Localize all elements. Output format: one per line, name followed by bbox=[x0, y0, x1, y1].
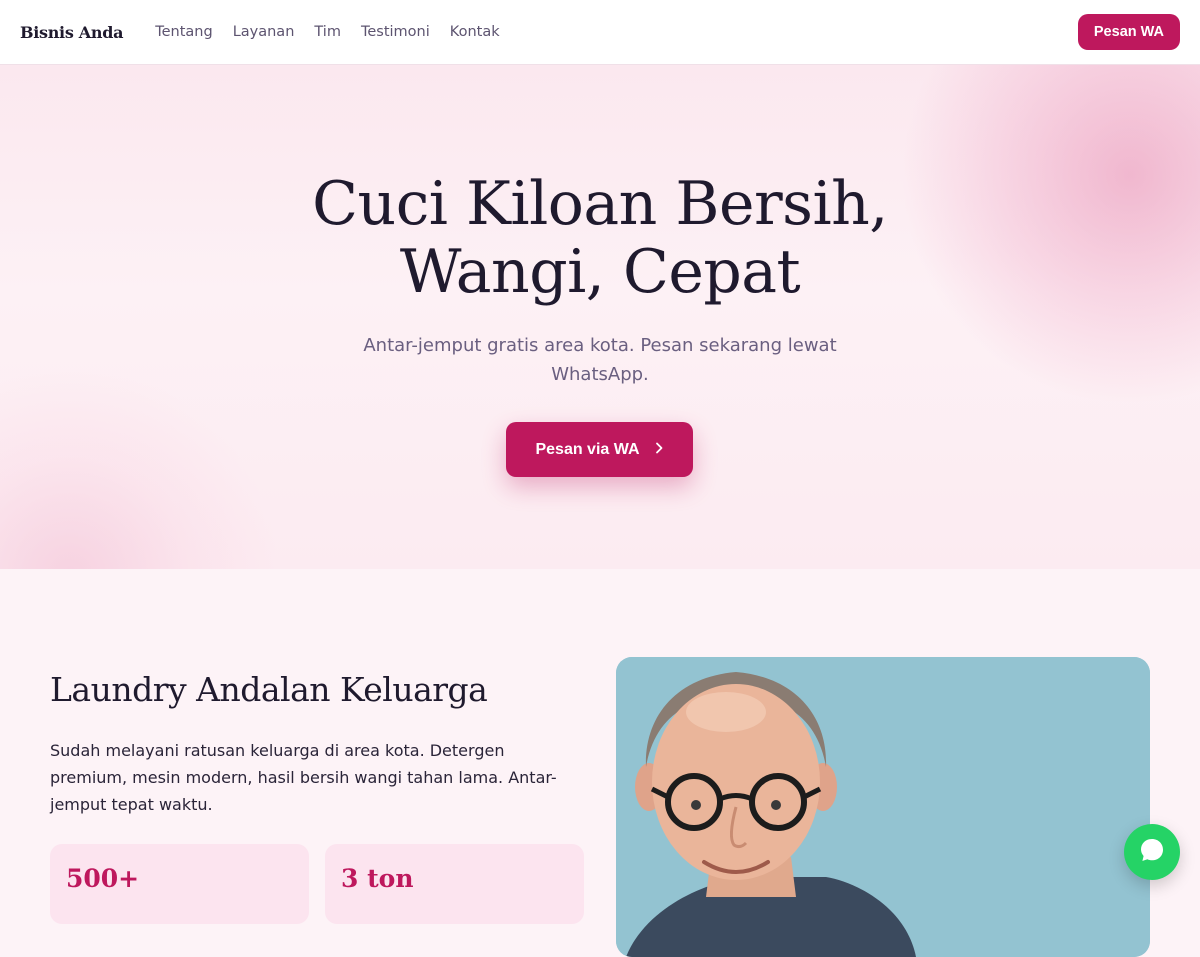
about-title: Laundry Andalan Keluarga bbox=[50, 670, 488, 709]
hero-order-wa-button[interactable]: Pesan via WA bbox=[506, 422, 693, 477]
nav-link-layanan[interactable]: Layanan bbox=[233, 24, 295, 40]
nav-link-tentang[interactable]: Tentang bbox=[155, 24, 212, 40]
whatsapp-chat-icon bbox=[1138, 836, 1166, 868]
hero-section: Cuci Kiloan Bersih, Wangi, Cepat Antar-j… bbox=[0, 65, 1200, 569]
nav-link-kontak[interactable]: Kontak bbox=[450, 24, 500, 40]
stat-card: 3 ton bbox=[325, 844, 584, 924]
hero-title: Cuci Kiloan Bersih, Wangi, Cepat bbox=[312, 169, 888, 307]
nav-link-tim[interactable]: Tim bbox=[314, 24, 341, 40]
hero-decor-blob bbox=[0, 365, 280, 569]
nav-order-wa-button[interactable]: Pesan WA bbox=[1077, 14, 1180, 50]
about-text: Sudah melayani ratusan keluarga di area … bbox=[50, 741, 557, 814]
stat-value: 500+ bbox=[66, 864, 140, 893]
chevron-right-icon bbox=[654, 441, 664, 458]
hero-cta-label: Pesan via WA bbox=[535, 440, 640, 458]
nav-link-testimoni[interactable]: Testimoni bbox=[361, 24, 430, 40]
stat-card: 500+ bbox=[50, 844, 309, 924]
portrait-illustration bbox=[616, 657, 1150, 957]
brand-logo[interactable]: Bisnis Anda bbox=[20, 23, 124, 42]
owner-photo bbox=[616, 657, 1150, 957]
stat-value: 3 ton bbox=[341, 864, 414, 893]
navbar: Bisnis Anda Tentang Layanan Tim Testimon… bbox=[0, 0, 1200, 65]
nav-links: Tentang Layanan Tim Testimoni Kontak bbox=[135, 24, 499, 40]
whatsapp-chat-button[interactable] bbox=[1124, 824, 1180, 880]
hero-subtitle: Antar-jemput gratis area kota. Pesan sek… bbox=[363, 335, 837, 385]
